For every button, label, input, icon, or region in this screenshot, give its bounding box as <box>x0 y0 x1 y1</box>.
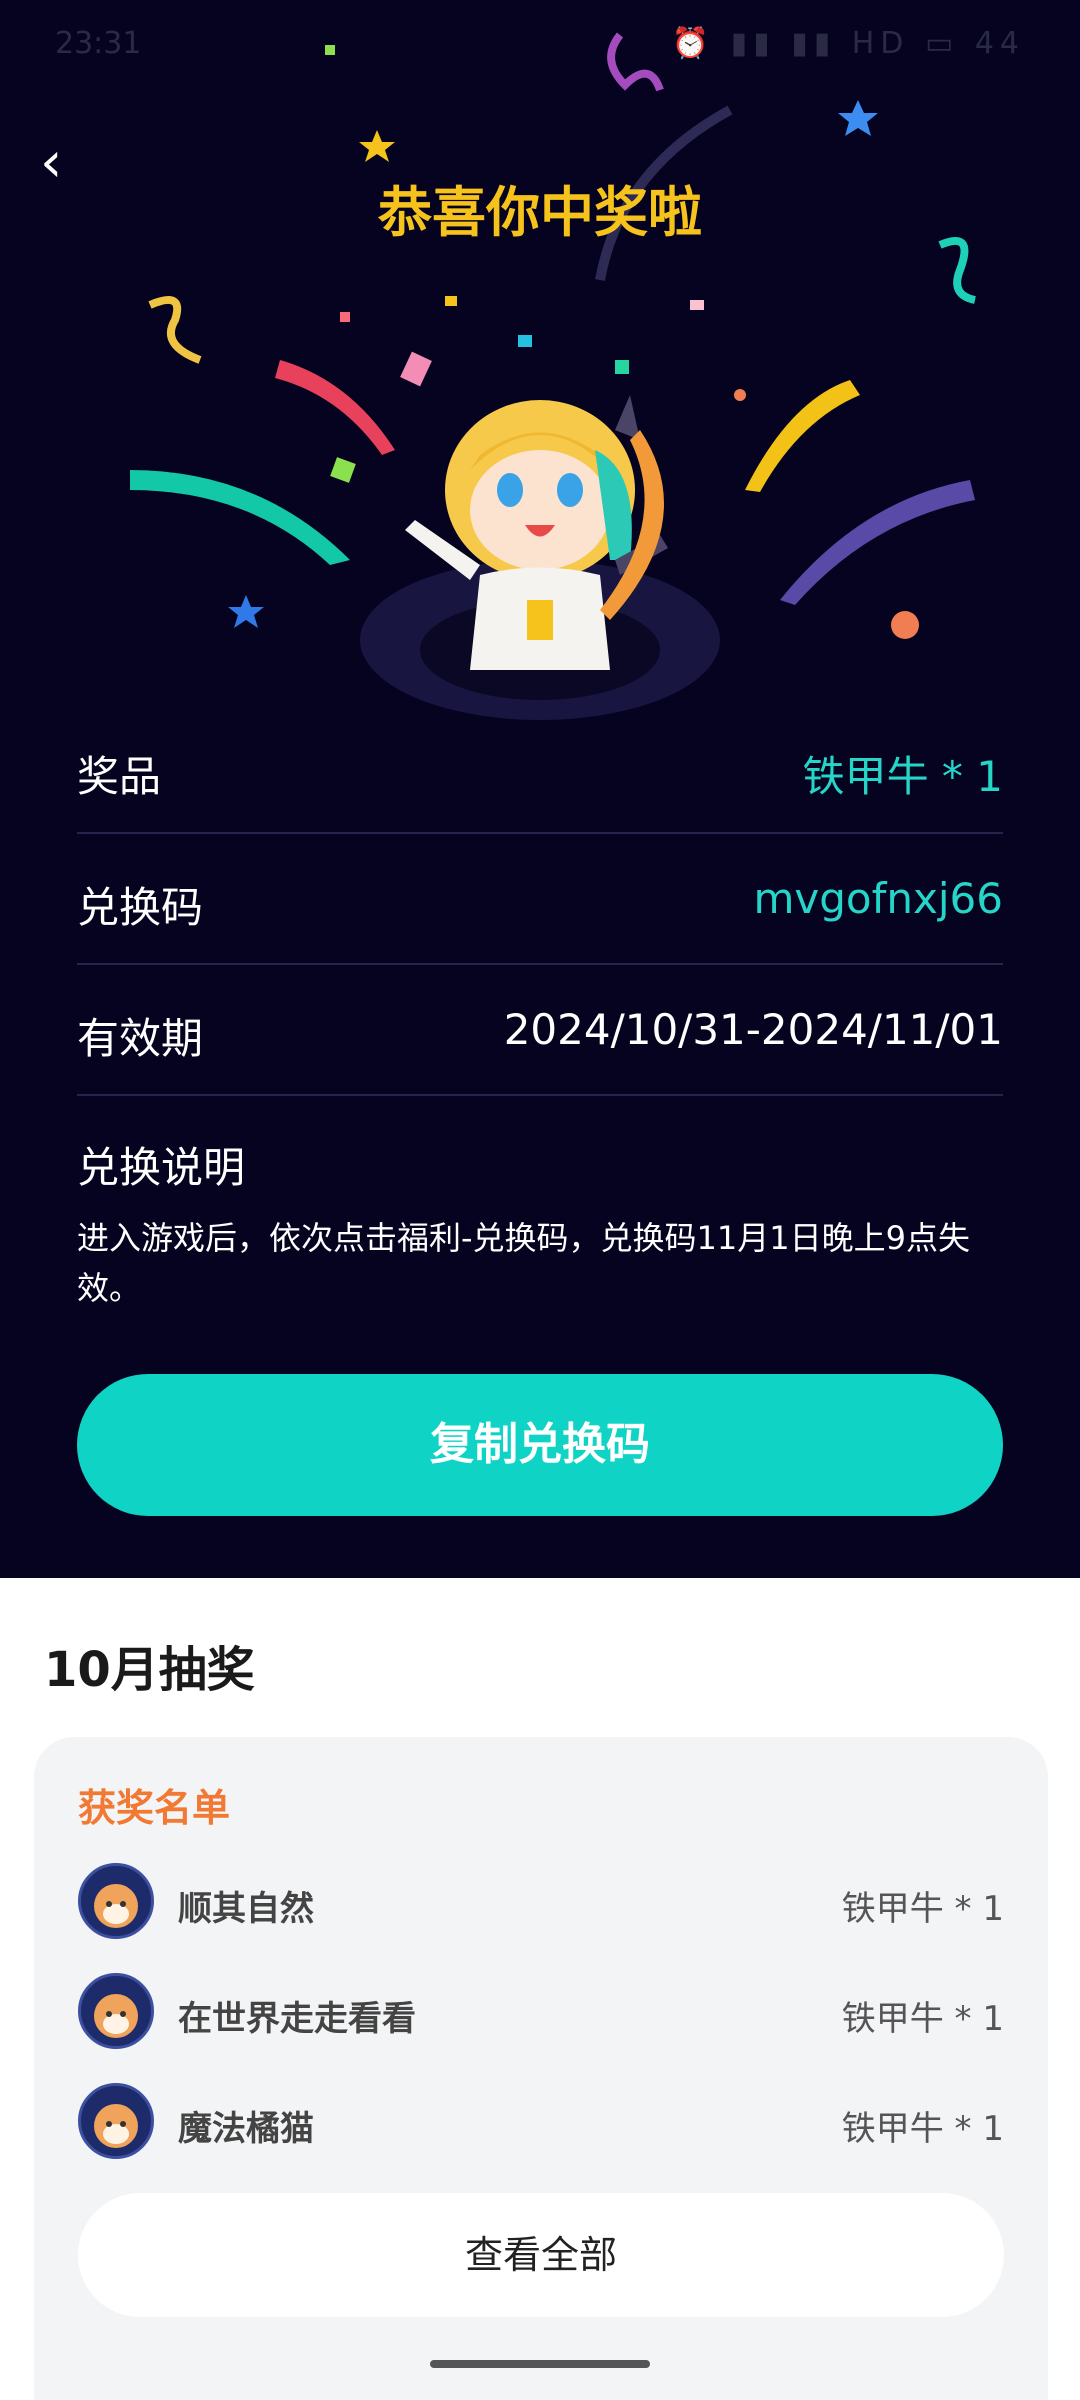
valid-row: 有效期 2024/10/31-2024/11/01 <box>77 965 1003 1096</box>
winner-item: 魔法橘猫 铁甲牛 * 1 <box>78 2083 1004 2163</box>
month-title: 10月抽奖 <box>44 1642 255 1698</box>
winner-prize: 铁甲牛 * 1 <box>841 2109 1004 2149</box>
avatar <box>78 2083 154 2159</box>
winner-prize: 铁甲牛 * 1 <box>841 1889 1004 1929</box>
prize-row: 奖品 铁甲牛 * 1 <box>77 703 1003 834</box>
winners-title: 获奖名单 <box>78 1786 231 1830</box>
home-indicator[interactable] <box>430 2360 650 2368</box>
prize-info: 奖品 铁甲牛 * 1 兑换码 mvgofnxj66 有效期 2024/10/31… <box>77 703 1003 1313</box>
winner-item: 在世界走走看看 铁甲牛 * 1 <box>78 1973 1004 2053</box>
copy-code-button[interactable]: 复制兑换码 <box>77 1374 1003 1516</box>
winner-name: 在世界走走看看 <box>178 1999 416 2039</box>
view-all-button[interactable]: 查看全部 <box>78 2193 1004 2317</box>
prize-value: 铁甲牛 * 1 <box>802 752 1003 801</box>
winner-prize: 铁甲牛 * 1 <box>841 1999 1004 2039</box>
code-label: 兑换码 <box>77 883 204 932</box>
valid-value: 2024/10/31-2024/11/01 <box>503 1005 1003 1054</box>
desc-text: 进入游戏后，依次点击福利-兑换码，兑换码11月1日晚上9点失效。 <box>77 1219 970 1307</box>
winner-name: 魔法橘猫 <box>178 2109 314 2149</box>
page-title: 恭喜你中奖啦 <box>378 181 702 244</box>
winner-item: 顺其自然 铁甲牛 * 1 <box>78 1863 1004 1943</box>
winner-name: 顺其自然 <box>178 1889 314 1929</box>
celebration-illustration <box>130 32 977 720</box>
valid-label: 有效期 <box>77 1014 204 1063</box>
prize-panel: 23:31 ⏰ ▮▮ ▮▮ HD ▭ 44 ‹ 恭喜你中奖啦 奖品 铁甲牛 * … <box>0 0 1080 1578</box>
prize-label: 奖品 <box>77 752 162 801</box>
avatar <box>78 1973 154 2049</box>
avatar <box>78 1863 154 1939</box>
winners-card: 获奖名单 顺其自然 铁甲牛 * 1 在世界走走看看 铁甲牛 * 1 魔法橘猫 铁… <box>34 1737 1048 2400</box>
desc-title: 兑换说明 <box>77 1143 246 1192</box>
code-value[interactable]: mvgofnxj66 <box>754 874 1004 923</box>
code-row: 兑换码 mvgofnxj66 <box>77 834 1003 965</box>
